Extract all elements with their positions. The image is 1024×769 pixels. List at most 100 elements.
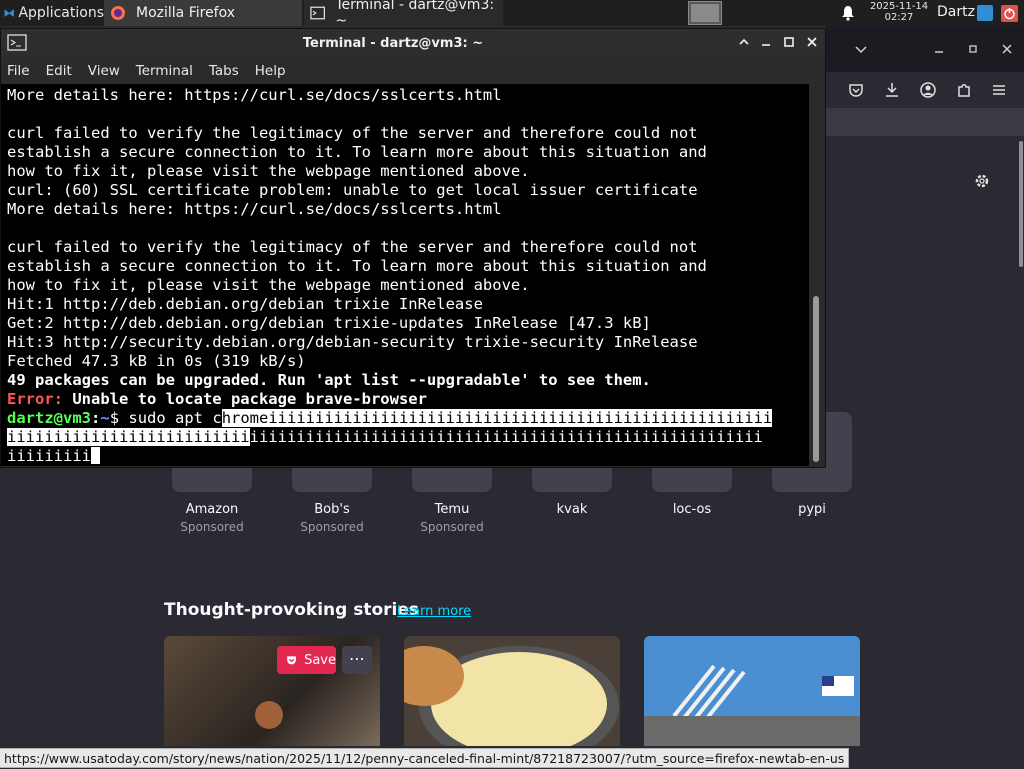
menu-view[interactable]: View: [88, 63, 120, 79]
menu-terminal[interactable]: Terminal: [136, 63, 193, 79]
prompt-path: ~: [100, 409, 110, 427]
shortcut-label[interactable]: kvak: [512, 502, 632, 517]
menu-help[interactable]: Help: [255, 63, 286, 79]
pocket-icon: [287, 656, 296, 665]
close-icon[interactable]: [805, 35, 819, 49]
taskbar-terminal-label: Terminal - dartz@vm3: ~: [335, 0, 495, 29]
clock-time: 02:27: [884, 12, 914, 23]
gear-icon[interactable]: [973, 172, 991, 190]
close-icon[interactable]: [998, 40, 1016, 58]
xfce-mouse-icon: [4, 9, 14, 17]
output-line: establish a secure connection to it. To …: [7, 257, 707, 275]
scrollbar-thumb[interactable]: [813, 296, 819, 462]
terminal-output[interactable]: More details here: https://curl.se/docs/…: [1, 84, 809, 466]
window-title: Terminal - dartz@vm3: ~: [302, 36, 484, 51]
top-panel: Applications Mozilla Firefox Terminal - …: [0, 0, 1024, 29]
minimize-icon[interactable]: [930, 40, 948, 58]
pocket-save-button[interactable]: Save: [277, 646, 336, 674]
output-line: More details here: https://curl.se/docs/…: [7, 86, 502, 104]
taskbar-firefox[interactable]: Mozilla Firefox: [104, 0, 302, 26]
applications-label: Applications: [18, 5, 104, 21]
firefox-bookmarks-bar: [826, 108, 1024, 136]
terminal-scrollbar[interactable]: [809, 84, 825, 466]
story-card-image[interactable]: [644, 636, 860, 746]
prompt-line-wrap: iiiiiiiii: [7, 447, 809, 466]
chevron-up-icon[interactable]: [737, 35, 751, 49]
maximize-icon[interactable]: [782, 35, 796, 49]
story-card-image[interactable]: [404, 636, 620, 746]
error-line: Error: Unable to locate package brave-br…: [7, 390, 809, 409]
output-line: Hit:1 http://deb.debian.org/debian trixi…: [7, 295, 483, 313]
clock-date: 2025-11-14: [869, 1, 929, 12]
prompt-sign: $: [109, 409, 129, 427]
menu-file[interactable]: File: [7, 63, 30, 79]
shortcut-sponsored: Sponsored: [300, 520, 364, 534]
terminal-icon: [310, 6, 326, 20]
terminal-menubar: File Edit View Terminal Tabs Help: [1, 57, 825, 84]
workspace-thumbnail: [691, 4, 719, 22]
shortcut-label[interactable]: Temu: [392, 502, 512, 517]
taskbar-firefox-label: Mozilla Firefox: [136, 5, 236, 21]
output-line: Hit:3 http://security.debian.org/debian-…: [7, 333, 698, 351]
penny-coin-image: [255, 701, 283, 729]
extensions-icon[interactable]: [955, 81, 973, 99]
account-icon[interactable]: [919, 81, 937, 99]
terminal-window[interactable]: Terminal - dartz@vm3: ~ File Edit View T…: [0, 28, 826, 468]
notification-bell-icon[interactable]: [840, 5, 856, 21]
shortcut-sponsored: Sponsored: [420, 520, 484, 534]
link-status-bar: https://www.usatoday.com/story/news/nati…: [0, 748, 850, 768]
prompt-line: dartz@vm3:~$ sudo apt chromeiiiiiiiiiiii…: [7, 409, 809, 428]
command-text: sudo apt c: [128, 409, 222, 427]
page-scrollbar[interactable]: [1019, 141, 1023, 267]
shortcut-label[interactable]: pypi: [752, 502, 872, 517]
terminal-titlebar[interactable]: Terminal - dartz@vm3: ~: [1, 29, 825, 57]
output-line: curl: (60) SSL certificate problem: unab…: [7, 181, 698, 199]
prompt-user: dartz@vm3: [7, 409, 91, 427]
firefox-icon: [111, 6, 125, 20]
shortcut-sponsored: Sponsored: [180, 520, 244, 534]
user-settings-icon[interactable]: [977, 5, 993, 21]
clock[interactable]: 2025-11-14 02:27: [866, 1, 932, 23]
applications-menu[interactable]: Applications: [0, 0, 104, 26]
menu-tabs[interactable]: Tabs: [209, 63, 239, 79]
output-line: curl failed to verify the legitimacy of …: [7, 124, 698, 142]
airshow-image: [644, 636, 860, 746]
output-line: establish a secure connection to it. To …: [7, 143, 707, 161]
workspace-switcher[interactable]: [688, 1, 722, 25]
command-text: iiiiiiiii: [7, 447, 91, 465]
shortcut-label[interactable]: Amazon: [152, 502, 272, 517]
command-text: iiiiiiiiiiiiiiiiiiiiiiiiiiiiiiiiiiiiiiii…: [249, 428, 763, 446]
hamburger-menu-icon[interactable]: [990, 81, 1008, 99]
chevron-down-icon[interactable]: [852, 40, 870, 58]
output-line: how to fix it, please visit the webpage …: [7, 162, 530, 180]
user-name[interactable]: Dartz: [937, 4, 975, 20]
firefox-toolbar: [826, 72, 1024, 108]
minimize-icon[interactable]: [759, 35, 773, 49]
upgrade-notice: 49 packages can be upgraded. Run 'apt li…: [7, 371, 651, 389]
prompt-sep: :: [91, 409, 101, 427]
output-line: how to fix it, please visit the webpage …: [7, 276, 530, 294]
learn-more-link[interactable]: Learn more: [397, 604, 471, 619]
selected-text[interactable]: iiiiiiiiiiiiiiiiiiiiiiiiii: [7, 428, 250, 446]
shortcut-label[interactable]: Bob's: [272, 502, 392, 517]
menu-edit[interactable]: Edit: [46, 63, 72, 79]
output-line: Fetched 47.3 kB in 0s (319 kB/s): [7, 352, 306, 370]
error-prefix: Error:: [7, 390, 63, 408]
story-more-button[interactable]: ⋯: [342, 646, 372, 674]
download-icon[interactable]: [883, 81, 901, 99]
mashed-potatoes-image: [404, 636, 620, 746]
maximize-icon[interactable]: [964, 40, 982, 58]
taskbar-terminal[interactable]: Terminal - dartz@vm3: ~: [304, 0, 503, 29]
stories-heading: Thought-provoking stories: [164, 600, 420, 620]
text-cursor: [91, 447, 100, 464]
error-message: Unable to locate package brave-browser: [63, 390, 427, 408]
firefox-tabbar: [826, 26, 1024, 72]
selected-text[interactable]: hromeiiiiiiiiiiiiiiiiiiiiiiiiiiiiiiiiiii…: [221, 409, 773, 427]
shortcut-label[interactable]: loc-os: [632, 502, 752, 517]
power-icon[interactable]: [1001, 5, 1018, 22]
pocket-icon[interactable]: [847, 81, 865, 99]
prompt-line-wrap: iiiiiiiiiiiiiiiiiiiiiiiiiiiiiiiiiiiiiiii…: [7, 428, 809, 447]
output-line: More details here: https://curl.se/docs/…: [7, 200, 502, 218]
